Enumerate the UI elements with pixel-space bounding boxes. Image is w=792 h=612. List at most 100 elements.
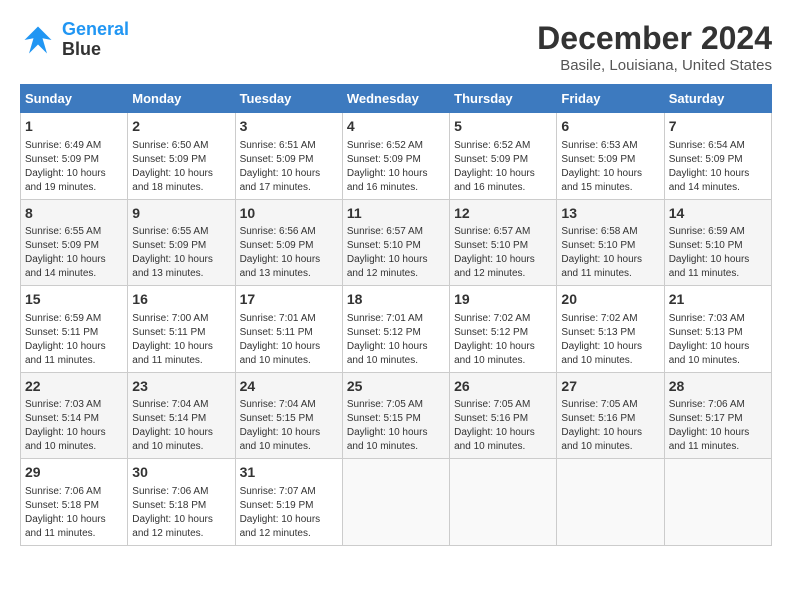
calendar-cell: 21Sunrise: 7:03 AM Sunset: 5:13 PM Dayli…	[664, 286, 771, 373]
calendar-cell: 7Sunrise: 6:54 AM Sunset: 5:09 PM Daylig…	[664, 113, 771, 200]
day-number: 27	[561, 377, 659, 397]
day-number: 18	[347, 290, 445, 310]
day-info: Sunrise: 6:51 AM Sunset: 5:09 PM Dayligh…	[240, 139, 338, 195]
logo: GeneralBlue	[20, 20, 129, 60]
week-row-5: 29Sunrise: 7:06 AM Sunset: 5:18 PM Dayli…	[21, 459, 772, 546]
calendar-cell: 26Sunrise: 7:05 AM Sunset: 5:16 PM Dayli…	[450, 372, 557, 459]
day-number: 19	[454, 290, 552, 310]
day-info: Sunrise: 6:56 AM Sunset: 5:09 PM Dayligh…	[240, 225, 338, 281]
weekday-header-wednesday: Wednesday	[342, 85, 449, 113]
day-info: Sunrise: 6:53 AM Sunset: 5:09 PM Dayligh…	[561, 139, 659, 195]
calendar-cell	[450, 459, 557, 546]
calendar-cell: 24Sunrise: 7:04 AM Sunset: 5:15 PM Dayli…	[235, 372, 342, 459]
day-info: Sunrise: 6:55 AM Sunset: 5:09 PM Dayligh…	[25, 225, 123, 281]
calendar-cell: 6Sunrise: 6:53 AM Sunset: 5:09 PM Daylig…	[557, 113, 664, 200]
calendar-cell: 5Sunrise: 6:52 AM Sunset: 5:09 PM Daylig…	[450, 113, 557, 200]
day-info: Sunrise: 7:06 AM Sunset: 5:18 PM Dayligh…	[25, 485, 123, 541]
day-number: 4	[347, 117, 445, 137]
day-info: Sunrise: 6:52 AM Sunset: 5:09 PM Dayligh…	[347, 139, 445, 195]
day-info: Sunrise: 7:02 AM Sunset: 5:12 PM Dayligh…	[454, 312, 552, 368]
page-header: GeneralBlue December 2024 Basile, Louisi…	[20, 20, 772, 74]
weekday-header-friday: Friday	[557, 85, 664, 113]
day-info: Sunrise: 6:50 AM Sunset: 5:09 PM Dayligh…	[132, 139, 230, 195]
day-info: Sunrise: 7:07 AM Sunset: 5:19 PM Dayligh…	[240, 485, 338, 541]
calendar-cell: 9Sunrise: 6:55 AM Sunset: 5:09 PM Daylig…	[128, 199, 235, 286]
day-number: 5	[454, 117, 552, 137]
day-info: Sunrise: 7:06 AM Sunset: 5:17 PM Dayligh…	[669, 398, 767, 454]
day-number: 24	[240, 377, 338, 397]
calendar-cell: 20Sunrise: 7:02 AM Sunset: 5:13 PM Dayli…	[557, 286, 664, 373]
calendar-cell: 18Sunrise: 7:01 AM Sunset: 5:12 PM Dayli…	[342, 286, 449, 373]
day-info: Sunrise: 7:00 AM Sunset: 5:11 PM Dayligh…	[132, 312, 230, 368]
calendar-cell: 14Sunrise: 6:59 AM Sunset: 5:10 PM Dayli…	[664, 199, 771, 286]
day-number: 13	[561, 204, 659, 224]
week-row-1: 1Sunrise: 6:49 AM Sunset: 5:09 PM Daylig…	[21, 113, 772, 200]
calendar-cell: 3Sunrise: 6:51 AM Sunset: 5:09 PM Daylig…	[235, 113, 342, 200]
day-info: Sunrise: 6:59 AM Sunset: 5:10 PM Dayligh…	[669, 225, 767, 281]
calendar-cell: 8Sunrise: 6:55 AM Sunset: 5:09 PM Daylig…	[21, 199, 128, 286]
day-number: 6	[561, 117, 659, 137]
day-number: 29	[25, 463, 123, 483]
calendar-cell: 11Sunrise: 6:57 AM Sunset: 5:10 PM Dayli…	[342, 199, 449, 286]
calendar-cell	[557, 459, 664, 546]
day-info: Sunrise: 6:49 AM Sunset: 5:09 PM Dayligh…	[25, 139, 123, 195]
calendar-cell: 30Sunrise: 7:06 AM Sunset: 5:18 PM Dayli…	[128, 459, 235, 546]
day-number: 7	[669, 117, 767, 137]
day-info: Sunrise: 7:01 AM Sunset: 5:12 PM Dayligh…	[347, 312, 445, 368]
day-number: 10	[240, 204, 338, 224]
day-number: 31	[240, 463, 338, 483]
calendar-cell	[342, 459, 449, 546]
title-block: December 2024 Basile, Louisiana, United …	[537, 20, 772, 74]
day-number: 20	[561, 290, 659, 310]
day-number: 17	[240, 290, 338, 310]
logo-text: GeneralBlue	[62, 20, 129, 60]
calendar-cell: 16Sunrise: 7:00 AM Sunset: 5:11 PM Dayli…	[128, 286, 235, 373]
calendar-cell: 31Sunrise: 7:07 AM Sunset: 5:19 PM Dayli…	[235, 459, 342, 546]
calendar-cell	[664, 459, 771, 546]
weekday-header-thursday: Thursday	[450, 85, 557, 113]
weekday-header-saturday: Saturday	[664, 85, 771, 113]
day-info: Sunrise: 7:02 AM Sunset: 5:13 PM Dayligh…	[561, 312, 659, 368]
day-info: Sunrise: 7:06 AM Sunset: 5:18 PM Dayligh…	[132, 485, 230, 541]
weekday-header-monday: Monday	[128, 85, 235, 113]
day-number: 11	[347, 204, 445, 224]
weekday-header-row: SundayMondayTuesdayWednesdayThursdayFrid…	[21, 85, 772, 113]
day-number: 12	[454, 204, 552, 224]
day-number: 2	[132, 117, 230, 137]
week-row-3: 15Sunrise: 6:59 AM Sunset: 5:11 PM Dayli…	[21, 286, 772, 373]
calendar-cell: 2Sunrise: 6:50 AM Sunset: 5:09 PM Daylig…	[128, 113, 235, 200]
day-number: 22	[25, 377, 123, 397]
calendar-cell: 17Sunrise: 7:01 AM Sunset: 5:11 PM Dayli…	[235, 286, 342, 373]
day-number: 23	[132, 377, 230, 397]
day-info: Sunrise: 6:59 AM Sunset: 5:11 PM Dayligh…	[25, 312, 123, 368]
calendar-cell: 22Sunrise: 7:03 AM Sunset: 5:14 PM Dayli…	[21, 372, 128, 459]
day-info: Sunrise: 6:55 AM Sunset: 5:09 PM Dayligh…	[132, 225, 230, 281]
week-row-2: 8Sunrise: 6:55 AM Sunset: 5:09 PM Daylig…	[21, 199, 772, 286]
day-info: Sunrise: 6:54 AM Sunset: 5:09 PM Dayligh…	[669, 139, 767, 195]
weekday-header-tuesday: Tuesday	[235, 85, 342, 113]
month-title: December 2024	[537, 20, 772, 57]
day-number: 25	[347, 377, 445, 397]
calendar-cell: 1Sunrise: 6:49 AM Sunset: 5:09 PM Daylig…	[21, 113, 128, 200]
calendar-cell: 13Sunrise: 6:58 AM Sunset: 5:10 PM Dayli…	[557, 199, 664, 286]
calendar-cell: 23Sunrise: 7:04 AM Sunset: 5:14 PM Dayli…	[128, 372, 235, 459]
day-info: Sunrise: 7:05 AM Sunset: 5:15 PM Dayligh…	[347, 398, 445, 454]
calendar-cell: 10Sunrise: 6:56 AM Sunset: 5:09 PM Dayli…	[235, 199, 342, 286]
calendar-cell: 4Sunrise: 6:52 AM Sunset: 5:09 PM Daylig…	[342, 113, 449, 200]
calendar-cell: 12Sunrise: 6:57 AM Sunset: 5:10 PM Dayli…	[450, 199, 557, 286]
day-number: 21	[669, 290, 767, 310]
day-number: 16	[132, 290, 230, 310]
calendar-cell: 25Sunrise: 7:05 AM Sunset: 5:15 PM Dayli…	[342, 372, 449, 459]
day-info: Sunrise: 7:05 AM Sunset: 5:16 PM Dayligh…	[561, 398, 659, 454]
calendar-cell: 28Sunrise: 7:06 AM Sunset: 5:17 PM Dayli…	[664, 372, 771, 459]
calendar-cell: 29Sunrise: 7:06 AM Sunset: 5:18 PM Dayli…	[21, 459, 128, 546]
calendar-cell: 27Sunrise: 7:05 AM Sunset: 5:16 PM Dayli…	[557, 372, 664, 459]
location-subtitle: Basile, Louisiana, United States	[537, 57, 772, 74]
day-info: Sunrise: 7:01 AM Sunset: 5:11 PM Dayligh…	[240, 312, 338, 368]
day-number: 3	[240, 117, 338, 137]
day-number: 8	[25, 204, 123, 224]
calendar-table: SundayMondayTuesdayWednesdayThursdayFrid…	[20, 84, 772, 546]
day-number: 30	[132, 463, 230, 483]
day-info: Sunrise: 7:04 AM Sunset: 5:15 PM Dayligh…	[240, 398, 338, 454]
day-number: 15	[25, 290, 123, 310]
